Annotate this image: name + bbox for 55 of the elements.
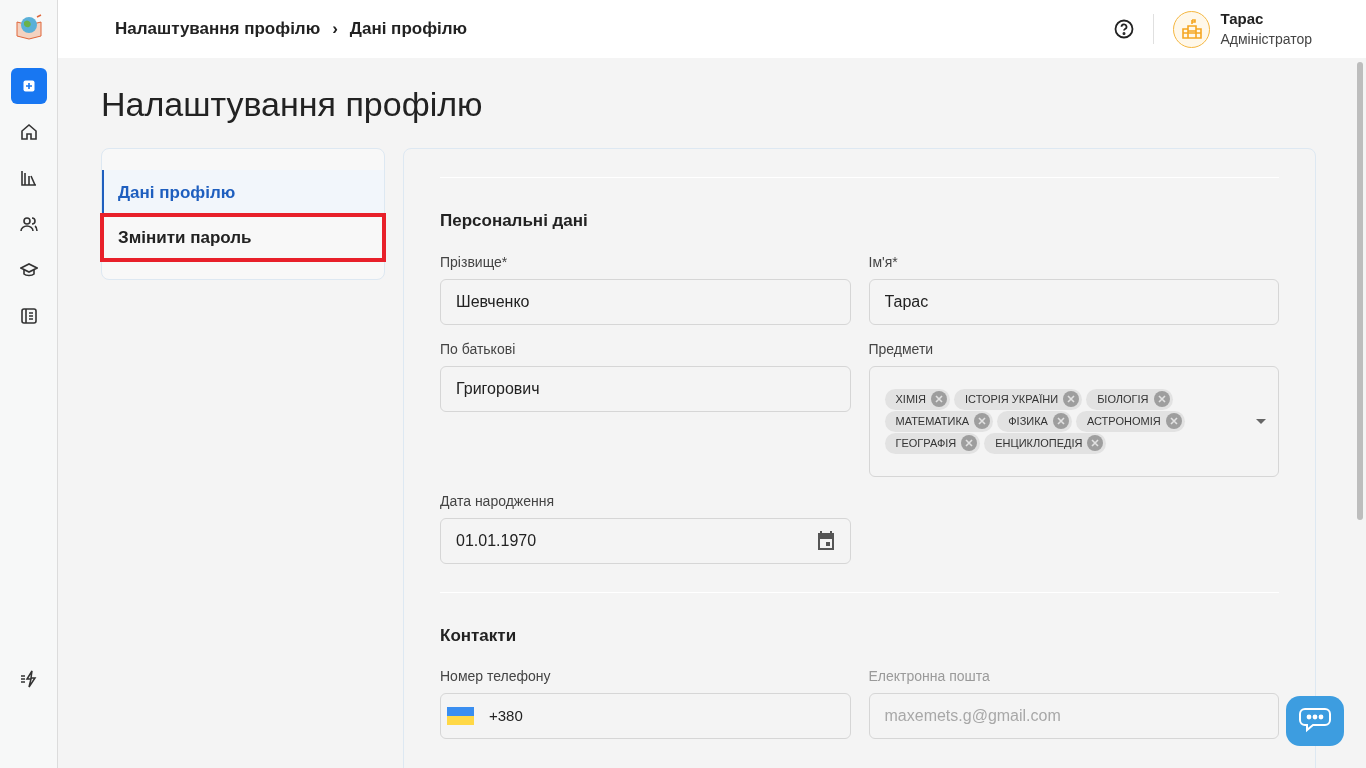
lightning-icon[interactable] bbox=[19, 670, 38, 688]
subject-tag[interactable]: ЕНЦИКЛОПЕДІЯ bbox=[984, 432, 1107, 454]
breadcrumb-separator: › bbox=[332, 18, 338, 41]
remove-icon[interactable] bbox=[1052, 413, 1069, 429]
subject-tag[interactable]: ІСТОРІЯ УКРАЇНИ bbox=[954, 388, 1083, 410]
section-heading: Контакти bbox=[440, 624, 518, 647]
phone-field[interactable]: +380 bbox=[440, 693, 851, 739]
input-field[interactable]: Тарас bbox=[868, 278, 1279, 325]
profile-menu-item[interactable]: Змінити пароль bbox=[102, 215, 384, 260]
user-role: Адміністратор bbox=[1220, 30, 1312, 49]
globe-book-logo-icon bbox=[14, 14, 43, 40]
users-icon bbox=[19, 215, 38, 233]
profile-menu-item[interactable]: Дані профілю bbox=[102, 170, 384, 215]
notebook-icon bbox=[19, 307, 38, 325]
remove-icon[interactable] bbox=[1087, 435, 1104, 451]
dropdown-caret-icon[interactable] bbox=[1256, 418, 1266, 424]
field-label: Електронна пошта bbox=[868, 667, 991, 686]
add-icon bbox=[22, 80, 35, 92]
chat-bubble-icon bbox=[1299, 707, 1331, 735]
remove-icon[interactable] bbox=[1063, 391, 1080, 407]
calendar-icon[interactable] bbox=[816, 531, 835, 550]
subject-tag[interactable]: АСТРОНОМІЯ bbox=[1075, 410, 1185, 432]
page-title: Налаштування профілю bbox=[101, 84, 484, 124]
subjects-select[interactable]: ХІМІЯ ІСТОРІЯ УКРАЇНИ БІОЛОГІЯ МАТЕМАТИКА ФІЗИКА АСТРОНОМІЯ ГЕОГРАФІЯ ЕНЦИКЛОПЕДІЯ bbox=[868, 365, 1279, 477]
section-heading: Персональні дані bbox=[440, 210, 589, 232]
subject-tag[interactable]: БІОЛОГІЯ bbox=[1086, 388, 1173, 410]
input-field[interactable]: Шевченко bbox=[440, 278, 851, 325]
breadcrumb-link[interactable]: Налаштування профілю bbox=[115, 16, 321, 42]
remove-icon[interactable] bbox=[1165, 413, 1182, 429]
date-field[interactable]: 01.01.1970 bbox=[440, 517, 851, 564]
field-label: Прізвище* bbox=[440, 252, 509, 272]
scrollbar-thumb[interactable] bbox=[1357, 62, 1363, 520]
field-label: Дата народження bbox=[440, 491, 556, 511]
remove-icon[interactable] bbox=[961, 435, 978, 451]
school-building-icon bbox=[1180, 19, 1203, 39]
chat-button[interactable] bbox=[1286, 696, 1344, 746]
books-icon bbox=[19, 169, 38, 187]
graduation-cap-icon bbox=[19, 261, 38, 279]
remove-icon[interactable] bbox=[931, 391, 948, 407]
input-field[interactable]: Григорович bbox=[440, 365, 851, 412]
breadcrumb-link[interactable]: Дані профілю bbox=[349, 16, 468, 42]
subject-tag[interactable]: ФІЗИКА bbox=[997, 410, 1072, 432]
home-icon bbox=[19, 123, 38, 141]
field-label: По батькові bbox=[440, 339, 517, 359]
subject-tag[interactable]: ХІМІЯ bbox=[884, 388, 951, 410]
remove-icon[interactable] bbox=[974, 413, 991, 429]
field-label: Ім'я* bbox=[868, 252, 899, 272]
help-icon[interactable] bbox=[1114, 19, 1135, 39]
remove-icon[interactable] bbox=[1153, 391, 1170, 407]
ukraine-flag-icon[interactable] bbox=[447, 707, 474, 725]
user-name: Тарас bbox=[1220, 9, 1265, 29]
subject-tag[interactable]: МАТЕМАТИКА bbox=[884, 410, 994, 432]
field-label: Предмети bbox=[868, 339, 935, 359]
subject-tag[interactable]: ГЕОГРАФІЯ bbox=[884, 432, 981, 454]
field-label: Номер телефону bbox=[440, 667, 552, 686]
